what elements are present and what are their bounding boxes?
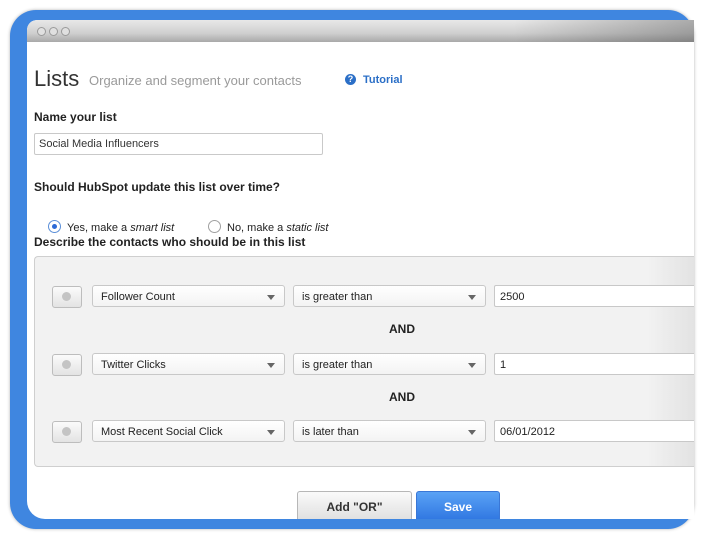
property-select[interactable]: Most Recent Social Click [92,420,285,442]
property-select[interactable]: Follower Count [92,285,285,307]
operator-value: is greater than [302,359,373,371]
app-window: Lists Organize and segment your contacts… [27,20,694,519]
remove-filter-button[interactable] [52,354,82,376]
save-button[interactable]: Save [416,491,500,519]
smart-list-prefix: Yes, make a [67,222,131,234]
filter-value-input[interactable]: 06/01/2012 [494,420,694,442]
smart-list-option[interactable]: Yes, make a smart list [48,220,174,234]
operator-value: is later than [302,426,359,438]
title-bar-shade [514,20,694,42]
remove-icon [62,360,71,369]
and-joiner: AND [389,390,415,404]
static-list-em: static list [286,222,329,234]
tutorial-link[interactable]: ? Tutorial [345,74,403,86]
chevron-down-icon [468,295,476,300]
remove-filter-button[interactable] [52,421,82,443]
list-name-input[interactable] [34,133,323,155]
chevron-down-icon [267,363,275,368]
operator-select[interactable]: is later than [293,420,486,442]
add-or-button[interactable]: Add "OR" [297,491,412,519]
property-value: Twitter Clicks [101,359,166,371]
close-window-icon[interactable] [37,27,46,36]
filter-value-input[interactable]: 2500 [494,285,694,307]
update-question-label: Should HubSpot update this list over tim… [34,180,281,194]
remove-icon [62,292,71,301]
property-select[interactable]: Twitter Clicks [92,353,285,375]
page-subtitle: Organize and segment your contacts [89,73,302,88]
name-list-label: Name your list [34,110,117,124]
help-icon: ? [345,74,356,85]
static-list-option[interactable]: No, make a static list [208,220,329,234]
smart-list-radio[interactable] [48,220,61,233]
chevron-down-icon [267,430,275,435]
chevron-down-icon [267,295,275,300]
and-joiner: AND [389,322,415,336]
static-list-prefix: No, make a [227,222,287,234]
smart-list-em: smart list [130,222,175,234]
remove-icon [62,427,71,436]
zoom-window-icon[interactable] [61,27,70,36]
static-list-radio[interactable] [208,220,221,233]
operator-select[interactable]: is greater than [293,285,486,307]
criteria-panel: Follower Count is greater than 2500 AND … [34,256,694,467]
remove-filter-button[interactable] [52,286,82,308]
chevron-down-icon [468,430,476,435]
minimize-window-icon[interactable] [49,27,58,36]
chevron-down-icon [468,363,476,368]
criteria-label: Describe the contacts who should be in t… [34,235,306,249]
title-bar [27,20,694,42]
page-title: Lists [34,66,80,91]
tutorial-label: Tutorial [363,74,403,86]
window-controls [37,23,73,41]
property-value: Follower Count [101,291,175,303]
operator-value: is greater than [302,291,373,303]
operator-select[interactable]: is greater than [293,353,486,375]
filter-value-input[interactable]: 1 [494,353,694,375]
property-value: Most Recent Social Click [101,426,223,438]
